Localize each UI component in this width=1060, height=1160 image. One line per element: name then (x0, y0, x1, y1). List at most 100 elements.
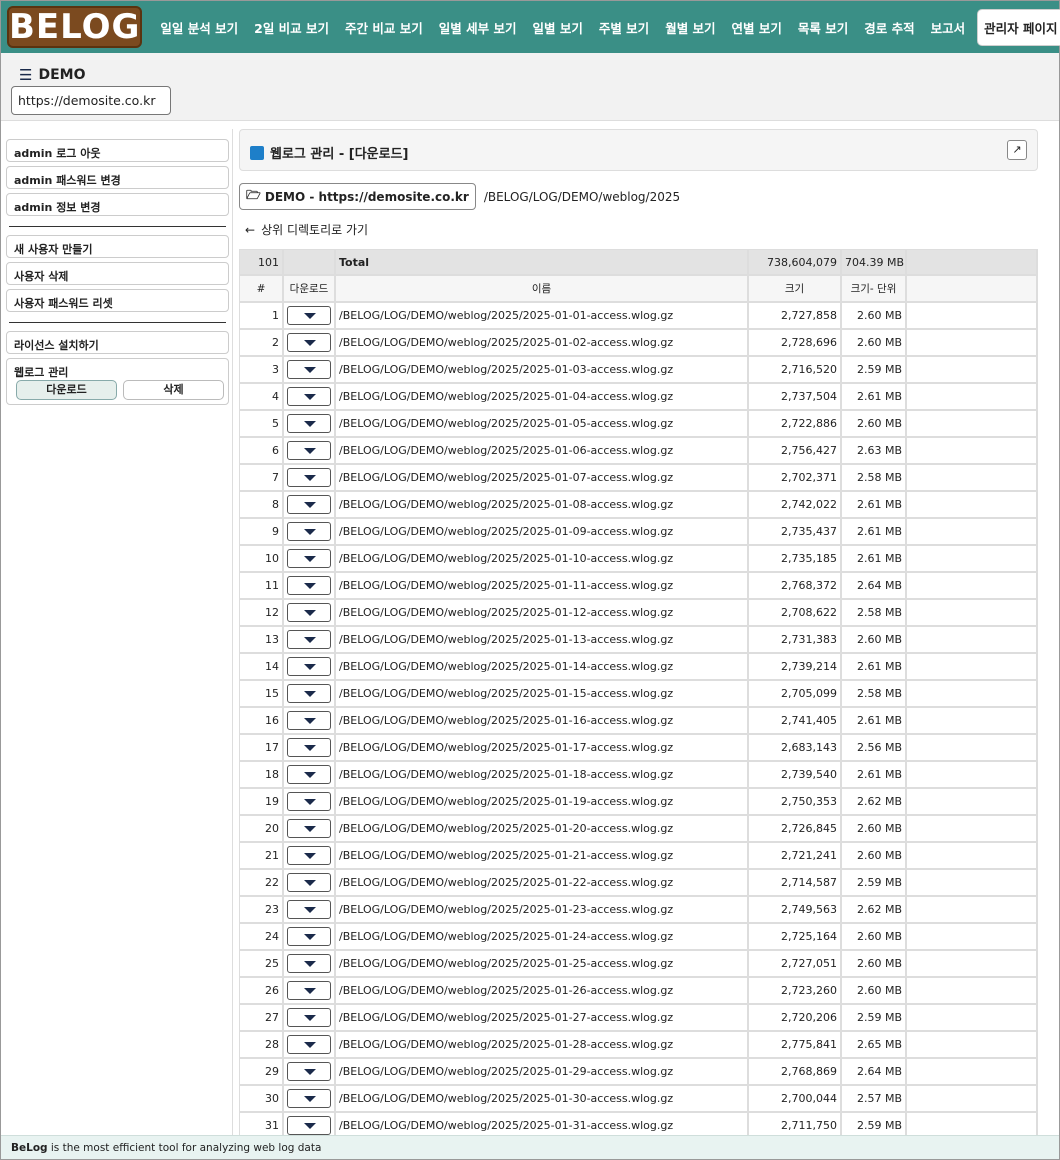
download-button[interactable] (287, 981, 331, 1000)
row-filler (907, 357, 1038, 384)
download-button[interactable] (287, 765, 331, 784)
admin-change-password-button[interactable]: admin 패스워드 변경 (6, 166, 229, 189)
download-button[interactable] (287, 792, 331, 811)
file-name: /BELOG/LOG/DEMO/weblog/2025/2025-01-18-a… (336, 762, 749, 789)
file-size: 2,721,241 (749, 843, 842, 870)
file-name: /BELOG/LOG/DEMO/weblog/2025/2025-01-23-a… (336, 897, 749, 924)
download-button[interactable] (287, 900, 331, 919)
file-size: 2,741,405 (749, 708, 842, 735)
nav-item[interactable]: 월별 보기 (657, 18, 723, 37)
file-name: /BELOG/LOG/DEMO/weblog/2025/2025-01-13-a… (336, 627, 749, 654)
new-user-button[interactable]: 새 사용자 만들기 (6, 235, 229, 258)
download-button[interactable] (287, 657, 331, 676)
nav-item[interactable]: 경로 추적 (856, 18, 922, 37)
row-filler (907, 762, 1038, 789)
delete-user-button[interactable]: 사용자 삭제 (6, 262, 229, 285)
table-row: 21/BELOG/LOG/DEMO/weblog/2025/2025-01-21… (239, 843, 1038, 870)
download-button[interactable] (287, 927, 331, 946)
belog-logo[interactable]: BELOG (7, 6, 143, 48)
nav-item[interactable]: 주별 보기 (591, 18, 657, 37)
download-button[interactable] (287, 1008, 331, 1027)
download-button[interactable] (287, 603, 331, 622)
download-button[interactable] (287, 738, 331, 757)
download-button[interactable] (287, 1116, 331, 1135)
download-cell (284, 357, 336, 384)
row-filler (907, 924, 1038, 951)
nav-item[interactable]: 연별 보기 (724, 18, 790, 37)
arrow-left-icon: ← (245, 222, 256, 237)
file-size-unit: 2.59 MB (842, 357, 907, 384)
download-button[interactable] (287, 495, 331, 514)
open-external-icon[interactable]: ↗ (1007, 140, 1027, 160)
hamburger-menu-icon[interactable]: ☰ (19, 66, 32, 84)
download-cell (284, 465, 336, 492)
download-button[interactable] (287, 630, 331, 649)
nav-item[interactable]: 목록 보기 (790, 18, 856, 37)
nav-item[interactable]: 일일 분석 보기 (152, 18, 246, 37)
license-install-button[interactable]: 라이선스 설치하기 (6, 331, 229, 354)
table-row: 6/BELOG/LOG/DEMO/weblog/2025/2025-01-06-… (239, 438, 1038, 465)
file-size-unit: 2.60 MB (842, 843, 907, 870)
download-button[interactable] (287, 387, 331, 406)
nav-item[interactable]: 보고서 (923, 18, 974, 37)
download-button[interactable] (287, 576, 331, 595)
reset-user-password-button[interactable]: 사용자 패스워드 리셋 (6, 289, 229, 312)
nav-item[interactable]: 일별 보기 (524, 18, 590, 37)
row-filler (907, 708, 1038, 735)
top-navbar: BELOG 일일 분석 보기 2일 비교 보기 주간 비교 보기 일별 세부 보기 일별… (1, 1, 1060, 53)
row-index: 14 (239, 654, 284, 681)
table-header-row: # 다운로드 이름 크기 크기- 단위 (239, 276, 1038, 303)
parent-directory-link[interactable]: ← 상위 디렉토리로 가기 (245, 221, 368, 238)
download-cell (284, 1032, 336, 1059)
row-index: 18 (239, 762, 284, 789)
nav-item[interactable]: 주간 비교 보기 (337, 18, 431, 37)
file-name: /BELOG/LOG/DEMO/weblog/2025/2025-01-30-a… (336, 1086, 749, 1113)
weblog-download-button[interactable]: 다운로드 (16, 380, 117, 400)
download-button[interactable] (287, 306, 331, 325)
download-button[interactable] (287, 360, 331, 379)
download-button[interactable] (287, 684, 331, 703)
download-button[interactable] (287, 1035, 331, 1054)
file-size: 2,727,051 (749, 951, 842, 978)
site-url-field[interactable]: https://demosite.co.kr (11, 86, 171, 115)
download-button[interactable] (287, 468, 331, 487)
row-index: 17 (239, 735, 284, 762)
table-row: 28/BELOG/LOG/DEMO/weblog/2025/2025-01-28… (239, 1032, 1038, 1059)
file-table-container[interactable]: 101 Total 738,604,079 704.39 MB # 다운로드 이… (239, 249, 1038, 1135)
download-button[interactable] (287, 414, 331, 433)
download-button[interactable] (287, 1062, 331, 1081)
download-button[interactable] (287, 954, 331, 973)
download-button[interactable] (287, 333, 331, 352)
header-idx: # (239, 276, 284, 303)
download-button[interactable] (287, 819, 331, 838)
table-row: 10/BELOG/LOG/DEMO/weblog/2025/2025-01-10… (239, 546, 1038, 573)
page-header: 웹로그 관리 - [다운로드] ↗ (239, 129, 1038, 171)
nav-item-admin-page[interactable]: 관리자 페이지 (977, 8, 1060, 46)
download-cell (284, 978, 336, 1005)
nav-item[interactable]: 2일 비교 보기 (246, 18, 337, 37)
table-row: 13/BELOG/LOG/DEMO/weblog/2025/2025-01-13… (239, 627, 1038, 654)
row-index: 20 (239, 816, 284, 843)
file-size: 2,739,540 (749, 762, 842, 789)
row-index: 19 (239, 789, 284, 816)
total-count: 101 (239, 249, 284, 276)
download-button[interactable] (287, 873, 331, 892)
download-button[interactable] (287, 522, 331, 541)
download-button[interactable] (287, 441, 331, 460)
table-row: 27/BELOG/LOG/DEMO/weblog/2025/2025-01-27… (239, 1005, 1038, 1032)
download-button[interactable] (287, 846, 331, 865)
site-folder-button[interactable]: 🗁 DEMO - https://demosite.co.kr (239, 183, 476, 210)
row-index: 24 (239, 924, 284, 951)
file-size: 2,683,143 (749, 735, 842, 762)
nav-item[interactable]: 일별 세부 보기 (431, 18, 525, 37)
download-button[interactable] (287, 549, 331, 568)
admin-change-info-button[interactable]: admin 정보 변경 (6, 193, 229, 216)
page-title: 웹로그 관리 - [다운로드] (250, 143, 409, 162)
row-index: 4 (239, 384, 284, 411)
admin-logout-button[interactable]: admin 로그 아웃 (6, 139, 229, 162)
download-button[interactable] (287, 711, 331, 730)
row-filler (907, 546, 1038, 573)
download-button[interactable] (287, 1089, 331, 1108)
row-filler (907, 600, 1038, 627)
weblog-delete-button[interactable]: 삭제 (123, 380, 224, 400)
